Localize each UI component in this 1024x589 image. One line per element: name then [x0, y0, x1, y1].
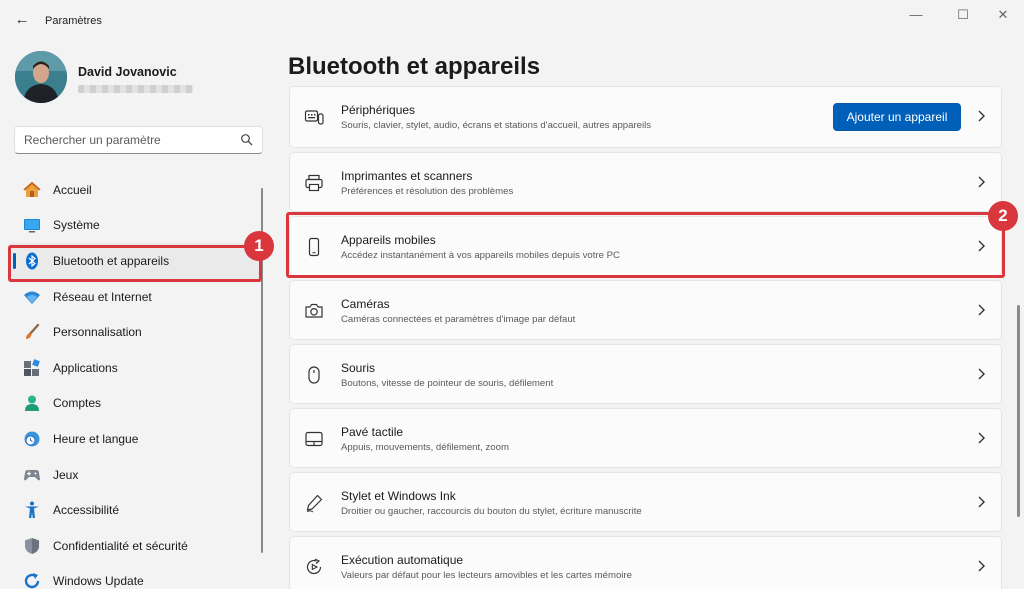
card-description: Appuis, mouvements, défilement, zoom [341, 442, 509, 453]
chevron-right-icon [978, 240, 985, 252]
card-title: Caméras [341, 297, 390, 311]
card-description: Préférences et résolution des problèmes [341, 186, 514, 197]
sidebar-item-confidentialite[interactable]: Confidentialité et sécurité [8, 528, 262, 564]
card-cameras[interactable]: Caméras Caméras connectées et paramètres… [289, 280, 1002, 340]
step-badge-2: 2 [988, 201, 1018, 231]
card-execution-automatique[interactable]: Exécution automatique Valeurs par défaut… [289, 536, 1002, 589]
chevron-right-icon [978, 110, 985, 122]
card-description: Boutons, vitesse de pointeur de souris, … [341, 378, 554, 389]
card-title: Pavé tactile [341, 425, 404, 439]
sidebar-item-label: Système [53, 218, 100, 233]
card-peripheriques[interactable]: Périphériques Souris, clavier, stylet, a… [289, 86, 1002, 148]
card-description: Caméras connectées et paramètres d'image… [341, 314, 576, 325]
window-title: Paramètres [45, 15, 102, 27]
sidebar-item-accueil[interactable]: Accueil [8, 172, 262, 208]
main-scrollbar[interactable] [1017, 305, 1020, 517]
shield-icon [22, 536, 42, 556]
sidebar-item-label: Personnalisation [53, 325, 142, 340]
card-appareils-mobiles[interactable]: Appareils mobiles Accédez instantanément… [289, 216, 1002, 276]
search-box[interactable] [14, 126, 263, 154]
card-pave-tactile[interactable]: Pavé tactile Appuis, mouvements, défilem… [289, 408, 1002, 468]
card-title: Exécution automatique [341, 553, 464, 567]
step-badge-1: 1 [244, 231, 274, 261]
page-title: Bluetooth et appareils [288, 53, 541, 80]
apps-icon [22, 358, 42, 378]
card-title: Périphériques [341, 103, 416, 117]
sidebar-item-jeux[interactable]: Jeux [8, 457, 262, 493]
person-icon [22, 393, 42, 413]
sidebar-item-label: Jeux [53, 467, 79, 482]
search-icon[interactable] [240, 133, 254, 147]
card-description: Accédez instantanément à vos appareils m… [341, 250, 620, 261]
card-description: Souris, clavier, stylet, audio, écrans e… [341, 120, 652, 131]
autoplay-icon [304, 557, 324, 577]
bluetooth-icon [22, 251, 42, 271]
card-description: Valeurs par défaut pour les lecteurs amo… [341, 570, 632, 581]
monitor-icon [22, 215, 42, 235]
chevron-right-icon [978, 176, 985, 188]
sidebar-item-label: Comptes [53, 396, 102, 411]
sidebar-item-personnalisation[interactable]: Personnalisation [8, 314, 262, 350]
sidebar-item-label: Confidentialité et sécurité [53, 538, 188, 553]
brush-icon [22, 322, 42, 342]
card-imprimantes[interactable]: Imprimantes et scanners Préférences et r… [289, 152, 1002, 212]
sidebar-nav: Accueil Système Bluetooth et appareils R… [8, 172, 262, 589]
settings-card-list: Périphériques Souris, clavier, stylet, a… [289, 86, 1002, 589]
sidebar-item-label: Bluetooth et appareils [53, 253, 170, 268]
chevron-right-icon [978, 560, 985, 572]
gamepad-icon [22, 465, 42, 485]
avatar[interactable] [15, 51, 67, 103]
card-title: Stylet et Windows Ink [341, 489, 456, 503]
chevron-right-icon [978, 304, 985, 316]
pen-icon [304, 493, 324, 513]
phone-icon [304, 237, 324, 257]
sidebar-item-systeme[interactable]: Système [8, 208, 262, 244]
sidebar-item-label: Applications [53, 360, 118, 375]
user-name: David Jovanovic [78, 65, 177, 79]
card-title: Appareils mobiles [341, 233, 436, 247]
camera-icon [304, 301, 324, 321]
minimize-button[interactable]: — [893, 4, 939, 26]
back-arrow-icon[interactable]: ← [12, 10, 32, 30]
mouse-icon [304, 365, 324, 385]
devices-icon [304, 107, 324, 127]
wifi-icon [22, 287, 42, 307]
card-title: Souris [341, 361, 376, 375]
card-souris[interactable]: Souris Boutons, vitesse de pointeur de s… [289, 344, 1002, 404]
add-device-button[interactable]: Ajouter un appareil [833, 103, 961, 131]
sidebar-item-label: Accueil [53, 182, 92, 197]
sidebar-item-reseau[interactable]: Réseau et Internet [8, 279, 262, 315]
sidebar-item-label: Windows Update [53, 574, 144, 589]
clock-globe-icon [22, 429, 42, 449]
accessibility-icon [22, 500, 42, 520]
search-input[interactable] [24, 127, 234, 153]
sidebar-item-windows-update[interactable]: Windows Update [8, 564, 262, 589]
sidebar-item-heure[interactable]: Heure et langue [8, 421, 262, 457]
sidebar-item-label: Heure et langue [53, 431, 139, 446]
sidebar-item-label: Accessibilité [53, 503, 120, 518]
update-icon [22, 571, 42, 589]
printer-icon [304, 173, 324, 193]
card-stylet[interactable]: Stylet et Windows Ink Droitier ou gauche… [289, 472, 1002, 532]
sidebar-item-comptes[interactable]: Comptes [8, 386, 262, 422]
card-title: Imprimantes et scanners [341, 169, 473, 183]
title-bar: ← Paramètres — ☐ ✕ [0, 0, 1024, 40]
sidebar-item-label: Réseau et Internet [53, 289, 152, 304]
sidebar-item-accessibilite[interactable]: Accessibilité [8, 492, 262, 528]
home-icon [22, 180, 42, 200]
close-button[interactable]: ✕ [980, 4, 1024, 26]
sidebar-item-bluetooth[interactable]: Bluetooth et appareils [8, 243, 262, 279]
chevron-right-icon [978, 368, 985, 380]
touchpad-icon [304, 429, 324, 449]
chevron-right-icon [978, 496, 985, 508]
sidebar-item-applications[interactable]: Applications [8, 350, 262, 386]
card-description: Droitier ou gaucher, raccourcis du bouto… [341, 506, 642, 517]
user-email-blurred [78, 85, 193, 93]
chevron-right-icon [978, 432, 985, 444]
